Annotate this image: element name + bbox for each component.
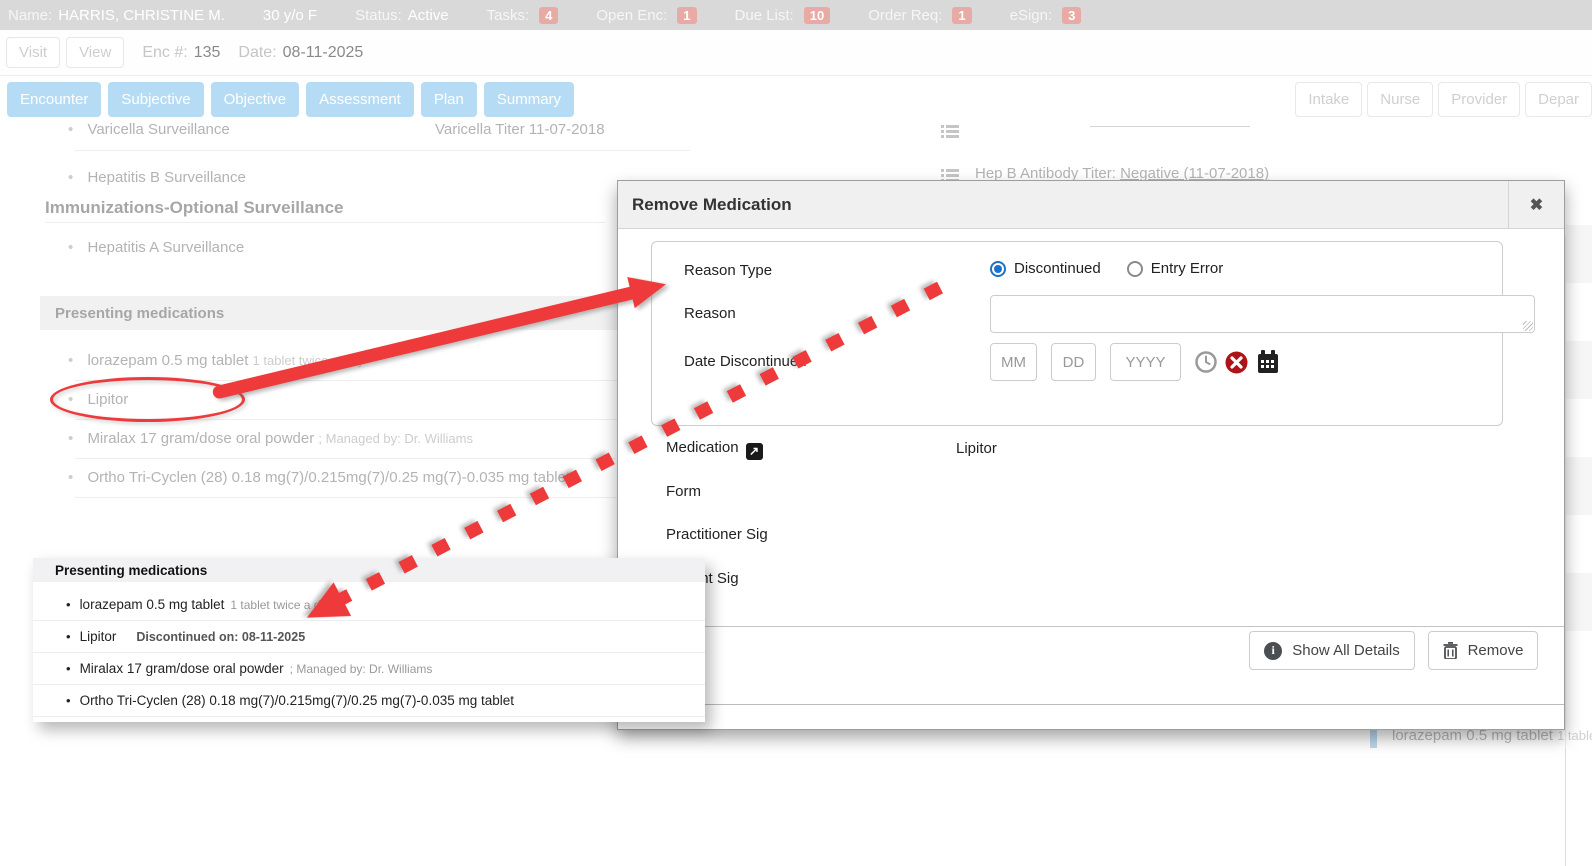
reason-group: Reason Type Discontinued Entry Error Rea… — [651, 241, 1503, 426]
clear-date-icon[interactable] — [1225, 351, 1248, 374]
bullet: • — [66, 597, 71, 612]
radio-label: Discontinued — [1014, 260, 1101, 277]
year-input[interactable] — [1110, 343, 1181, 381]
medication-label: Medication — [666, 439, 739, 456]
card-heading: Presenting medications — [55, 563, 207, 578]
radio-label: Entry Error — [1151, 260, 1224, 277]
dialog-title: Remove Medication — [632, 195, 792, 215]
close-icon[interactable]: ✖ — [1508, 181, 1564, 228]
medication-row[interactable]: • Lipitor Discontinued on: 08-11-2025 — [33, 621, 705, 652]
medication-name: Lipitor — [80, 629, 117, 644]
calendar-icon[interactable] — [1256, 350, 1280, 374]
trash-icon — [1443, 642, 1458, 659]
reason-field-wrap — [990, 295, 1535, 338]
medication-value: Lipitor — [956, 440, 997, 457]
resize-grip-icon[interactable] — [1523, 321, 1533, 331]
external-link-icon[interactable]: ↗ — [746, 443, 763, 460]
radio-entry-error[interactable]: Entry Error — [1127, 260, 1224, 277]
remove-medication-dialog: Remove Medication ✖ Reason Type Disconti… — [617, 180, 1565, 730]
reason-input[interactable] — [990, 295, 1535, 333]
bullet: • — [66, 693, 71, 708]
info-icon: i — [1264, 642, 1282, 660]
divider — [33, 716, 705, 717]
medication-row[interactable]: • Ortho Tri-Cyclen (28) 0.18 mg(7)/0.215… — [33, 685, 705, 716]
clock-icon[interactable] — [1195, 351, 1217, 373]
discontinued-status: Discontinued on: 08-11-2025 — [136, 630, 305, 644]
radio-discontinued[interactable]: Discontinued — [990, 260, 1101, 277]
medication-name: lorazepam 0.5 mg tablet — [80, 597, 225, 612]
form-label: Form — [666, 483, 701, 500]
medication-row[interactable]: • Miralax 17 gram/dose oral powder ; Man… — [33, 653, 705, 684]
month-input[interactable] — [990, 343, 1037, 381]
radio-selected-icon[interactable] — [990, 261, 1006, 277]
medication-label-row: Medication ↗ — [666, 439, 763, 460]
bottom-divider — [618, 704, 1564, 705]
remove-label: Remove — [1468, 642, 1524, 659]
medication-name: Ortho Tri-Cyclen (28) 0.18 mg(7)/0.215mg… — [80, 693, 514, 708]
radio-unselected-icon[interactable] — [1127, 261, 1143, 277]
date-discontinued-field — [990, 343, 1280, 381]
practitioner-sig-label: Practitioner Sig — [666, 526, 768, 543]
medication-row[interactable]: • lorazepam 0.5 mg tablet 1 tablet twice… — [33, 589, 705, 620]
reason-type-label: Reason Type — [684, 262, 772, 279]
day-input[interactable] — [1051, 343, 1096, 381]
bullet: • — [66, 661, 71, 676]
dialog-header: Remove Medication ✖ — [618, 181, 1564, 229]
reason-label: Reason — [684, 305, 736, 322]
show-all-details-label: Show All Details — [1292, 642, 1400, 659]
remove-button[interactable]: Remove — [1428, 631, 1538, 670]
bullet: • — [66, 629, 71, 644]
medication-name: Miralax 17 gram/dose oral powder — [80, 661, 284, 676]
show-all-details-button[interactable]: i Show All Details — [1249, 631, 1415, 670]
footer-divider — [618, 626, 1564, 627]
reason-type-radios: Discontinued Entry Error — [990, 260, 1223, 277]
medication-detail: ; Managed by: Dr. Williams — [290, 662, 433, 676]
